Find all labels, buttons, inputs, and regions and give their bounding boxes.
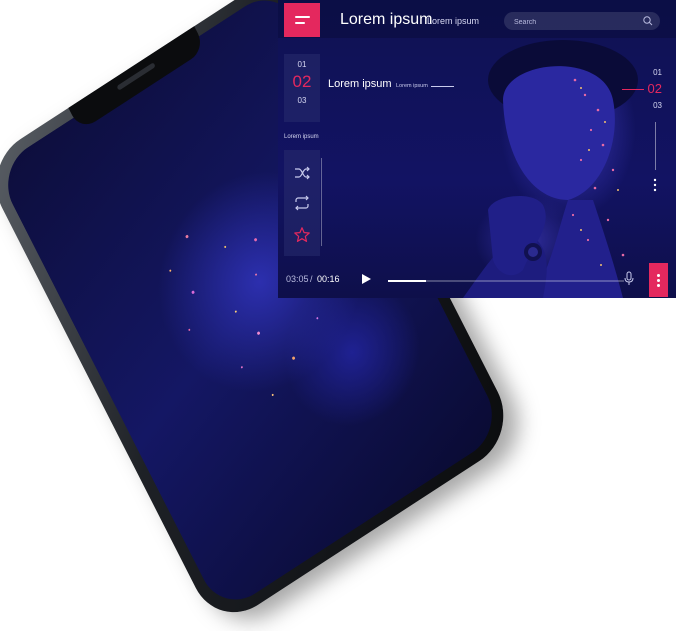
progress-bar[interactable] [388, 280, 624, 282]
left-nav-item-02-active[interactable]: 02 [284, 72, 320, 92]
right-nav-item-02-active[interactable]: 02 [648, 81, 662, 96]
repeat-icon[interactable] [293, 194, 311, 212]
vertical-dots-icon[interactable] [653, 178, 657, 192]
more-vertical-button[interactable] [649, 263, 668, 297]
left-nav-label: Lorem ipsum [284, 134, 319, 140]
controls-divider [321, 158, 322, 246]
search-input[interactable] [512, 14, 634, 30]
hamburger-menu-button[interactable] [284, 3, 320, 37]
right-nav-active-line [622, 89, 644, 90]
search-icon[interactable] [642, 15, 654, 27]
left-nav-item-01[interactable]: 01 [284, 60, 320, 69]
app-subtitle: Lorem ipsum [427, 16, 480, 26]
more-dot [657, 274, 660, 277]
shuffle-icon[interactable] [293, 164, 311, 182]
total-time: 00:16 [317, 274, 340, 284]
current-time: 03:05 [286, 274, 309, 284]
right-nav-item-01[interactable]: 01 [653, 68, 662, 77]
portrait-photo [463, 40, 638, 298]
more-dot [657, 284, 660, 287]
main-subtitle: Lorem ipsum [396, 83, 428, 89]
playback-controls [284, 150, 320, 256]
main-title: Lorem ipsum [328, 78, 392, 90]
time-separator: / [310, 274, 313, 284]
main-title-underline [431, 86, 454, 87]
right-nav-item-03[interactable]: 03 [653, 101, 662, 110]
microphone-icon[interactable] [623, 271, 635, 286]
right-nav-scroll-line [655, 122, 656, 170]
music-player-panel: Lorem ipsum Lorem ipsum 01 02 03 Lorem i… [278, 0, 676, 298]
play-icon[interactable] [360, 273, 372, 285]
progress-fill [388, 280, 426, 282]
hamburger-icon-line [295, 16, 310, 18]
star-icon[interactable] [293, 226, 311, 244]
left-nav-item-03[interactable]: 03 [284, 96, 320, 105]
more-dot [657, 279, 660, 282]
search-box [504, 12, 660, 30]
hamburger-icon-line [295, 22, 305, 24]
app-title: Lorem ipsum [340, 11, 433, 28]
left-track-nav: 01 02 03 [284, 54, 320, 122]
